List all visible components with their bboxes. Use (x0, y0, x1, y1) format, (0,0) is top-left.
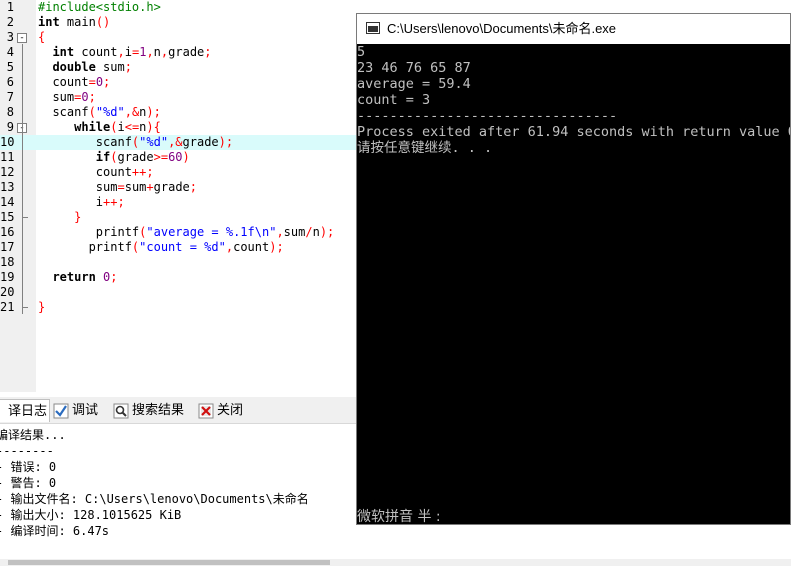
code-text: printf("average = %.1f\n",sum/n); (38, 225, 335, 239)
line-number: 15 (0, 210, 15, 224)
line-number: 11 (0, 150, 15, 164)
ime-status: 微软拼音 半 : (357, 509, 441, 524)
tab-debug-label: 调试 (72, 402, 99, 417)
code-text: return 0; (52, 270, 118, 284)
log-line: - 警告: 0 (0, 476, 57, 490)
tab-compile-log-label: 译日志 (7, 403, 47, 418)
log-line: 编译结果... (0, 428, 66, 442)
console-line: average = 59.4 (357, 76, 471, 92)
log-line: - 输出大小: 128.1015625 KiB (0, 508, 182, 522)
code-text: } (38, 300, 46, 314)
code-text: } (74, 210, 82, 224)
console-title: C:\Users\lenovo\Documents\未命名.exe (387, 21, 617, 36)
code-text: int count,i=1,n,grade; (52, 45, 212, 59)
code-text: scanf("%d",&n); (38, 105, 161, 119)
fold-toggle-icon[interactable]: - (17, 33, 27, 43)
tab-search-results-label: 搜索结果 (132, 402, 185, 417)
line-number: 13 (0, 180, 15, 194)
line-number: 19 (0, 270, 15, 284)
code-text: count=0; (38, 75, 111, 89)
tab-search-results[interactable]: 搜索结果 (113, 399, 193, 421)
line-number: 6 (6, 75, 14, 89)
tab-close[interactable]: 关闭 (198, 399, 252, 421)
line-number: 21 (0, 300, 15, 314)
log-line: -------- (0, 444, 54, 458)
tab-close-label: 关闭 (217, 402, 244, 417)
checkmark-icon (53, 403, 69, 419)
console-line: 5 (357, 44, 366, 60)
console-titlebar[interactable]: C:\Users\lenovo\Documents\未命名.exe (357, 14, 790, 44)
code-text: int main() (38, 15, 111, 29)
code-text: { (38, 30, 46, 44)
log-line: - 输出文件名: C:\Users\lenovo\Documents\未命名 (0, 492, 309, 506)
line-number: 2 (6, 15, 14, 29)
line-number: 8 (6, 105, 14, 119)
fold-guide (22, 44, 23, 314)
tab-debug[interactable]: 调试 (53, 399, 105, 421)
code-text: sum=sum+grade; (38, 180, 197, 194)
console-line: Process exited after 61.94 seconds with … (357, 124, 790, 140)
log-line: - 错误: 0 (0, 460, 57, 474)
line-number: 5 (6, 60, 14, 74)
console-line: -------------------------------- (357, 108, 618, 124)
close-icon (198, 403, 214, 419)
code-text: count++; (38, 165, 154, 179)
line-number: 18 (0, 255, 15, 269)
console-output[interactable]: 5 23 46 76 65 87 average = 59.4 count = … (357, 44, 790, 524)
console-app-icon[interactable] (366, 22, 380, 34)
tab-compile-log[interactable]: 译日志 (0, 399, 50, 422)
line-number: 10 (0, 135, 15, 149)
line-number: 20 (0, 285, 15, 299)
console-line: 23 46 76 65 87 (357, 60, 471, 76)
code-text: printf("count = %d",count); (38, 240, 284, 254)
log-line: - 编译时间: 6.47s (0, 524, 110, 538)
line-number: 9 (6, 120, 14, 134)
line-number: 4 (6, 45, 14, 59)
code-text: double sum; (52, 60, 132, 74)
line-number: 3 (6, 30, 14, 44)
compile-log-panel[interactable]: 编译结果... -------- - 错误: 0 - 警告: 0 - 输出文件名… (0, 424, 356, 559)
code-text: i++; (38, 195, 125, 209)
code-text: if(grade>=60) (95, 150, 190, 164)
line-number: 14 (0, 195, 15, 209)
console-window[interactable]: C:\Users\lenovo\Documents\未命名.exe 5 23 4… (356, 13, 791, 525)
line-number: 12 (0, 165, 15, 179)
console-line: count = 3 (357, 92, 431, 108)
search-icon (113, 403, 129, 419)
code-text: #include<stdio.h> (38, 0, 161, 14)
bottom-panel-tabs: 译日志 调试 搜索结果 关闭 (0, 397, 356, 424)
console-line: 请按任意键继续. . . (357, 140, 493, 156)
scrollbar-thumb[interactable] (8, 560, 330, 565)
line-number: 16 (0, 225, 15, 239)
code-text: while(i<=n){ (74, 120, 161, 134)
line-number: 7 (6, 90, 14, 104)
line-number: 1 (6, 0, 14, 14)
line-number: 17 (0, 240, 15, 254)
code-text: scanf("%d",&grade); (38, 135, 234, 149)
code-text: sum=0; (38, 90, 96, 104)
